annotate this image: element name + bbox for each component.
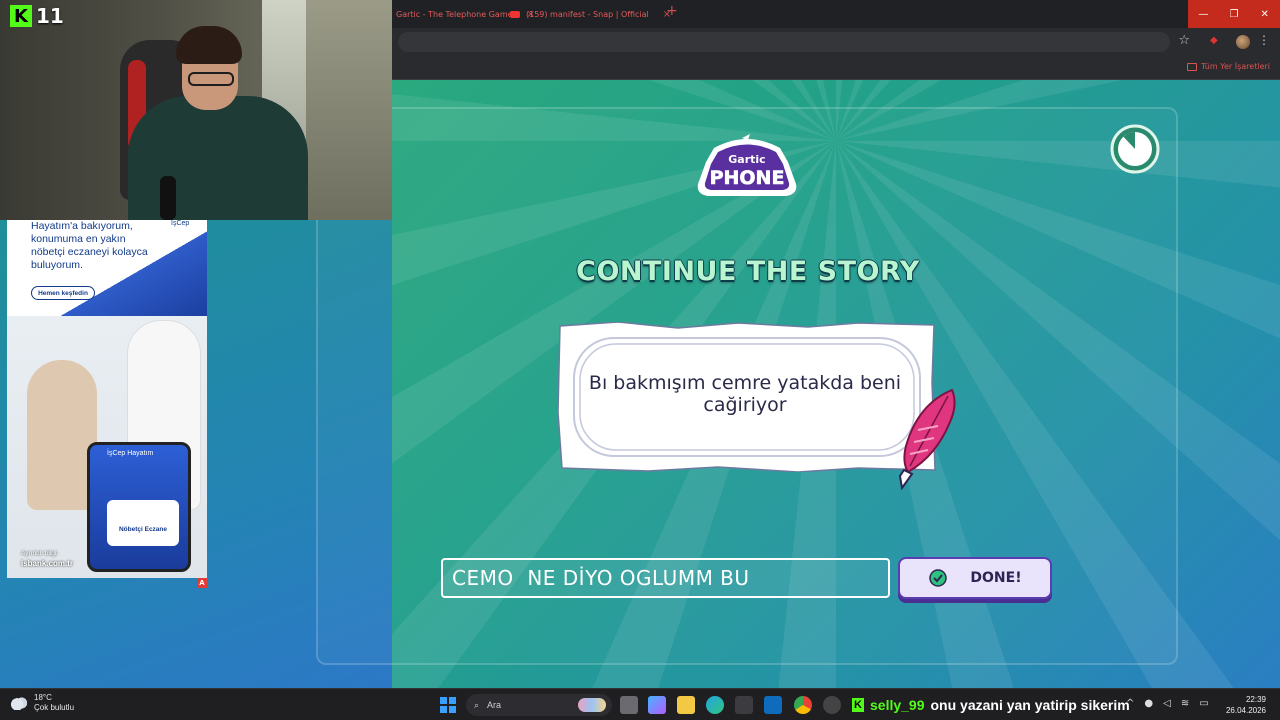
weather-temp: 18°C [34,693,52,702]
webcam-person-body [128,96,308,220]
done-button[interactable]: DONE! [898,557,1052,599]
tab-label: Gartic - The Telephone Game [396,9,513,19]
new-tab-button[interactable]: + [666,3,678,19]
answer-input[interactable] [441,558,890,598]
page-title: CONTINUE THE STORY [576,256,920,287]
address-bar[interactable] [398,32,1170,52]
kick-logo-icon: K [10,5,32,27]
ad-phone-title: İşCep Hayatım [107,450,154,457]
ad-title: Hayatım'a bakıyorum, konumuma en yakın n… [31,220,148,271]
logo-top-text: Gartic [728,153,765,166]
microphone-icon [160,176,176,220]
browser-menu-icon[interactable]: ⋮ [1258,33,1270,47]
outlook-icon[interactable] [764,696,782,714]
taskbar-search[interactable]: ⌕ Ara [466,694,612,716]
search-placeholder: Ara [487,700,502,710]
chevron-up-icon[interactable]: ^ [1126,698,1134,709]
edge-icon[interactable] [706,696,724,714]
ad-footer-url[interactable]: isbank.com.tr [21,559,73,568]
viewer-count: 11 [36,4,64,28]
ad-footer-small: Ayrıntılı bilgi: [21,550,59,557]
kick-chat-icon: K [852,698,864,712]
extension-icon[interactable]: ◆ [1210,35,1222,47]
screen: Gartic - The Telephone Game × (159) mani… [0,0,1280,720]
logo-bottom-text: PHONE [710,167,785,189]
taskbar: 18°C Çok bulutlu ⌕ Ara K selly_99 onu ya… [0,688,1280,720]
search-highlight-icon [578,698,606,712]
browser-tabbar: Gartic - The Telephone Game × (159) mani… [392,0,1280,28]
advertisement[interactable]: Hayatım'a bakıyorum, konumuma en yakın n… [7,220,207,578]
address-bar-row: ☆ ◆ ⋮ [392,28,1280,56]
restore-button[interactable]: ❐ [1219,0,1250,28]
bookmark-star-icon[interactable]: ☆ [1178,33,1190,48]
minimize-button[interactable]: — [1188,0,1219,28]
battery-icon[interactable]: ▭ [1199,698,1208,709]
youtube-icon [510,10,520,18]
close-window-button[interactable]: ✕ [1249,0,1280,28]
ad-cta-button[interactable]: Hemen keşfedin [31,286,95,300]
file-explorer-icon[interactable] [677,696,695,714]
weather-widget[interactable]: 18°C Çok bulutlu [10,693,74,713]
cloud-icon [10,696,28,710]
prompt-text: Bı bakmışım cemre yatakda beni cağiriyor [588,372,902,416]
ad-phone-card-label: Nöbetçi Eczane [118,526,168,533]
clock-date: 26.04.2026 [1225,706,1266,715]
task-view-icon[interactable] [620,696,638,714]
check-icon [929,569,948,587]
search-icon: ⌕ [474,699,480,710]
tab-youtube[interactable]: (159) manifest - Snap | Official × [510,4,671,24]
done-label: DONE! [970,570,1022,586]
stream-chat-overlay: K selly_99 onu yazani yan yatirip sikeri… [852,697,1130,713]
weather-desc: Çok bulutlu [34,703,75,712]
copilot-icon[interactable] [648,696,666,714]
viewer-badge: K 11 [10,4,64,28]
profile-avatar[interactable] [1236,35,1250,49]
system-clock[interactable]: 22:39 26.04.2026 [1226,694,1266,716]
all-bookmarks-button[interactable]: Tüm Yer İşaretleri [1186,62,1270,71]
timer-icon [1110,124,1160,174]
chrome-icon[interactable] [794,696,812,714]
webcam-person-hair [176,26,242,64]
windows-start-icon[interactable] [440,697,456,713]
mic-icon[interactable]: ● [1144,698,1153,709]
window-controls: — ❐ ✕ [1188,0,1280,28]
store-icon[interactable] [735,696,753,714]
chat-message: onu yazani yan yatirip sikerim [930,697,1130,713]
tab-label: (159) manifest - Snap | Official [526,9,649,19]
ad-brand: İşCep [171,220,190,227]
all-bookmarks-label: Tüm Yer İşaretleri [1200,62,1270,71]
system-tray: ^ ● ◁ ≋ ▭ [1126,698,1209,709]
webcam-overlay: K 11 [0,0,392,220]
ad-phone-card [107,500,179,546]
webcam-person-glasses [188,72,234,86]
bookmarks-bar: Tüm Yer İşaretleri [392,56,1280,80]
gartic-phone-logo: Gartic PHONE [697,134,797,196]
weather-text: 18°C Çok bulutlu [34,693,74,713]
quill-feather-icon [898,388,956,490]
webcam-wall [300,0,392,220]
ad-choices-icon[interactable]: A [197,578,207,588]
obs-icon[interactable] [823,696,841,714]
wifi-icon[interactable]: ≋ [1181,698,1189,709]
speaker-icon[interactable]: ◁ [1163,698,1171,709]
chat-username: selly_99 [870,697,925,713]
clock-time: 22:39 [1245,695,1266,704]
folder-icon [1186,62,1197,71]
